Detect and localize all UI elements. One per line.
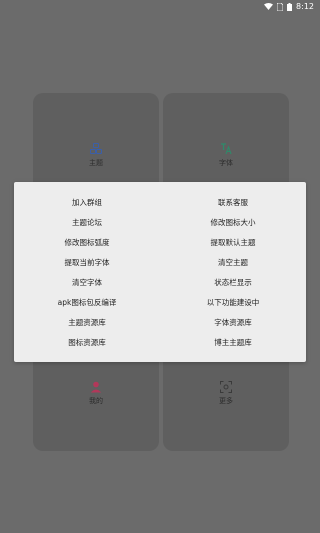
tile-label: 字体: [219, 159, 233, 167]
menu-item-extract-default-theme[interactable]: 提取默认主题: [160, 238, 306, 248]
wifi-icon: [264, 3, 274, 10]
menu-item-icon-size[interactable]: 修改图标大小: [160, 218, 306, 228]
menu-item-theme-forum[interactable]: 主题论坛: [14, 218, 160, 228]
menu-item-clear-theme[interactable]: 清空主题: [160, 258, 306, 268]
tile-mine[interactable]: 我的: [33, 381, 159, 406]
menu-item-icon-library[interactable]: 图标资源库: [14, 338, 160, 348]
scan-icon: [220, 381, 232, 393]
theme-icon: [90, 143, 102, 155]
font-icon: [220, 143, 232, 155]
person-icon: [90, 381, 102, 393]
menu-item-icon-radius[interactable]: 修改图标弧度: [14, 238, 160, 248]
battery-icon: [287, 2, 293, 11]
tile-label: 更多: [219, 397, 233, 405]
menu-item-extract-current-font[interactable]: 提取当前字体: [14, 258, 160, 268]
status-time: 8:12: [296, 2, 314, 11]
tile-theme[interactable]: 主题: [33, 143, 159, 168]
menu-item-apk-icon-decompile[interactable]: apk图标包反编译: [14, 298, 160, 308]
status-bar: 8:12: [0, 0, 320, 14]
menu-item-contact-support[interactable]: 联系客服: [160, 198, 306, 208]
menu-dialog: 加入群组 联系客服 主题论坛 修改图标大小 修改图标弧度 提取默认主题 提取当前…: [14, 182, 306, 362]
menu-item-font-library[interactable]: 字体资源库: [160, 318, 306, 328]
tile-font[interactable]: 字体: [163, 143, 289, 168]
menu-item-theme-library[interactable]: 主题资源库: [14, 318, 160, 328]
status-icons: 8:12: [264, 2, 314, 11]
tile-more[interactable]: 更多: [163, 381, 289, 406]
menu-item-under-construction[interactable]: 以下功能建设中: [160, 298, 306, 308]
menu-item-clear-font[interactable]: 清空字体: [14, 278, 160, 288]
menu-item-blogger-theme-library[interactable]: 博主主题库: [160, 338, 306, 348]
menu-item-join-group[interactable]: 加入群组: [14, 198, 160, 208]
tile-label: 主题: [89, 159, 103, 167]
sim-icon: [277, 2, 284, 11]
tile-label: 我的: [89, 397, 103, 405]
menu-item-statusbar-display[interactable]: 状态栏显示: [160, 278, 306, 288]
